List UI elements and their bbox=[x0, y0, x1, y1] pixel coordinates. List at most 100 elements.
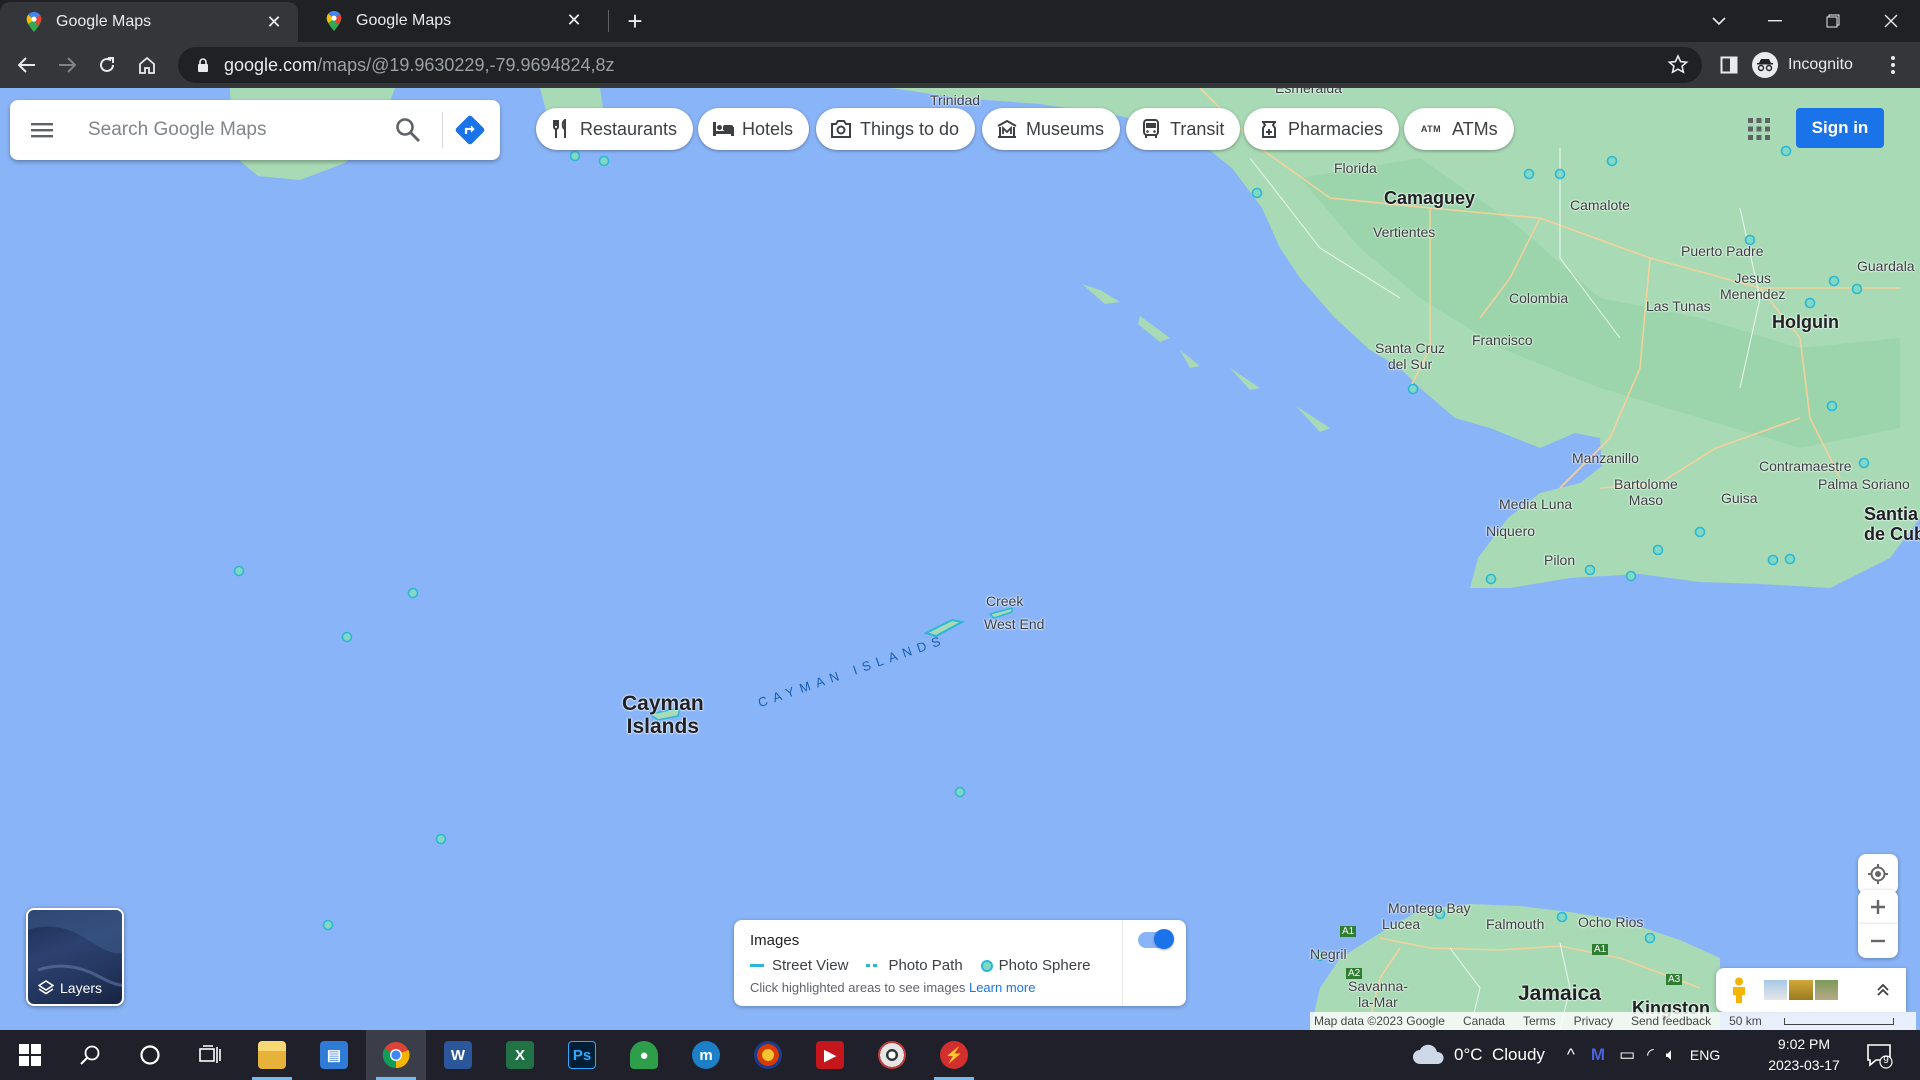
place-label-negril[interactable]: Negril bbox=[1310, 946, 1347, 962]
taskbar-app-orbit[interactable] bbox=[738, 1030, 798, 1080]
cortana-button[interactable] bbox=[120, 1030, 180, 1080]
images-toggle[interactable] bbox=[1138, 929, 1174, 949]
incognito-profile-button[interactable]: Incognito bbox=[1752, 50, 1853, 80]
place-label-niquero[interactable]: Niquero bbox=[1486, 523, 1535, 539]
place-label-florida[interactable]: Florida bbox=[1334, 160, 1377, 176]
place-label-esmeralda[interactable]: Esmeralda bbox=[1275, 88, 1342, 96]
minimize-window-button[interactable] bbox=[1752, 0, 1798, 42]
reload-button[interactable] bbox=[90, 48, 124, 82]
battery-icon[interactable]: ▭ bbox=[1619, 1045, 1635, 1065]
country-label-cayman-islands[interactable]: Cayman Islands bbox=[622, 692, 704, 738]
bookmark-star-icon[interactable] bbox=[1666, 53, 1690, 77]
back-button[interactable] bbox=[10, 48, 44, 82]
chip-hotels[interactable]: Hotels bbox=[698, 108, 810, 150]
place-label-santa-cruz-del-sur[interactable]: Santa Cruz del Sur bbox=[1375, 340, 1445, 372]
place-label-santiago-de-cuba[interactable]: Santia de Cub bbox=[1864, 504, 1920, 544]
clock[interactable]: 9:02 PM 2023-03-17 bbox=[1766, 1034, 1842, 1076]
tab-search-chevron-icon[interactable] bbox=[1696, 0, 1742, 42]
imagery-thumbnails[interactable] bbox=[1764, 980, 1840, 1000]
place-label-palma-soriano[interactable]: Palma Soriano bbox=[1818, 476, 1910, 492]
tray-m-app-icon[interactable]: M bbox=[1591, 1045, 1605, 1065]
taskbar-app-mu[interactable]: m bbox=[676, 1030, 736, 1080]
expand-up-chevron-icon[interactable] bbox=[1876, 983, 1890, 997]
taskbar-search-button[interactable] bbox=[60, 1030, 120, 1080]
close-window-button[interactable] bbox=[1868, 0, 1914, 42]
my-location-button[interactable] bbox=[1858, 854, 1898, 894]
chip-things-to-do[interactable]: Things to do bbox=[816, 108, 976, 150]
place-label-ocho-rios[interactable]: Ocho Rios bbox=[1578, 914, 1643, 930]
browser-menu-button[interactable] bbox=[1876, 48, 1910, 82]
place-label-montego-bay[interactable]: Montego Bay bbox=[1388, 900, 1471, 916]
url-text[interactable]: google.com/maps/@19.9630229,-79.9694824,… bbox=[224, 55, 615, 76]
place-label-holguin[interactable]: Holguin bbox=[1772, 312, 1839, 333]
place-label-falmouth[interactable]: Falmouth bbox=[1486, 916, 1544, 932]
directions-icon[interactable] bbox=[454, 114, 486, 146]
place-label-trinidad[interactable]: Trinidad bbox=[930, 92, 980, 108]
sign-in-button[interactable]: Sign in bbox=[1796, 108, 1884, 148]
new-tab-button[interactable]: + bbox=[620, 6, 650, 36]
taskbar-chrome[interactable] bbox=[366, 1030, 426, 1080]
language-indicator[interactable]: ENG bbox=[1690, 1047, 1720, 1063]
search-icon[interactable] bbox=[394, 116, 422, 144]
forward-button[interactable] bbox=[50, 48, 84, 82]
place-label-camaguey[interactable]: Camaguey bbox=[1384, 188, 1475, 209]
search-input[interactable] bbox=[88, 112, 378, 148]
zoom-out-button[interactable] bbox=[1858, 924, 1898, 958]
tab-google-maps-2[interactable]: Google Maps ✕ bbox=[300, 0, 598, 42]
taskbar-app-disc[interactable] bbox=[862, 1030, 922, 1080]
map-canvas[interactable]: Esmeralda Trinidad Florida Camaguey Cama… bbox=[0, 88, 1920, 1030]
place-label-las-tunas[interactable]: Las Tunas bbox=[1646, 298, 1711, 314]
learn-more-link[interactable]: Learn more bbox=[969, 980, 1035, 995]
place-label-guisa[interactable]: Guisa bbox=[1721, 490, 1758, 506]
volume-icon[interactable]: 🔈︎ bbox=[1666, 1045, 1676, 1065]
terms-link[interactable]: Terms bbox=[1523, 1014, 1556, 1028]
hamburger-menu-icon[interactable] bbox=[28, 116, 56, 144]
place-label-francisco[interactable]: Francisco bbox=[1472, 332, 1533, 348]
country-label-jamaica[interactable]: Jamaica bbox=[1518, 982, 1601, 1005]
send-feedback-link[interactable]: Send feedback bbox=[1631, 1014, 1711, 1028]
address-bar[interactable]: google.com/maps/@19.9630229,-79.9694824,… bbox=[178, 47, 1702, 83]
tab-google-maps-1[interactable]: Google Maps ✕ bbox=[0, 2, 298, 42]
street-view-strip[interactable] bbox=[1716, 968, 1906, 1012]
weather-widget[interactable]: 0°C Cloudy bbox=[1412, 1044, 1545, 1066]
chip-pharmacies[interactable]: Pharmacies bbox=[1244, 108, 1400, 150]
close-tab-icon[interactable]: ✕ bbox=[564, 10, 584, 30]
start-button[interactable] bbox=[0, 1030, 60, 1080]
place-label-media-luna[interactable]: Media Luna bbox=[1499, 496, 1572, 512]
chip-restaurants[interactable]: Restaurants bbox=[536, 108, 694, 150]
chip-museums[interactable]: Museums bbox=[982, 108, 1121, 150]
taskbar-excel[interactable]: X bbox=[490, 1030, 550, 1080]
layers-button[interactable]: Layers bbox=[26, 908, 124, 1006]
chip-atms[interactable]: ATM ATMs bbox=[1404, 108, 1514, 150]
wifi-icon[interactable]: ◜ bbox=[1647, 1045, 1654, 1065]
place-label-west-end[interactable]: West End bbox=[984, 616, 1044, 632]
place-label-savanna-la-mar[interactable]: Savanna- la-Mar bbox=[1348, 978, 1408, 1010]
place-label-colombia[interactable]: Colombia bbox=[1509, 290, 1568, 306]
place-label-jesus-menendez[interactable]: Jesus Menendez bbox=[1720, 270, 1785, 302]
taskbar-file-explorer[interactable] bbox=[242, 1030, 302, 1080]
show-hidden-icons-chevron-icon[interactable]: ^ bbox=[1567, 1045, 1575, 1065]
place-label-manzanillo[interactable]: Manzanillo bbox=[1572, 450, 1639, 466]
place-label-contramaestre[interactable]: Contramaestre bbox=[1759, 458, 1852, 474]
privacy-link[interactable]: Privacy bbox=[1574, 1014, 1613, 1028]
task-view-button[interactable] bbox=[180, 1030, 240, 1080]
place-label-vertientes[interactable]: Vertientes bbox=[1373, 224, 1435, 240]
taskbar-app-red[interactable]: ▶ bbox=[800, 1030, 860, 1080]
pegman-icon[interactable] bbox=[1730, 977, 1748, 1003]
chip-transit[interactable]: Transit bbox=[1126, 108, 1241, 150]
place-label-camalote[interactable]: Camalote bbox=[1570, 197, 1630, 213]
place-label-puerto-padre[interactable]: Puerto Padre bbox=[1681, 243, 1764, 259]
place-label-lucea[interactable]: Lucea bbox=[1382, 916, 1420, 932]
home-button[interactable] bbox=[130, 48, 164, 82]
action-center-button[interactable]: 9 bbox=[1864, 1040, 1894, 1070]
place-label-creek[interactable]: Creek bbox=[986, 593, 1023, 609]
side-panel-button[interactable] bbox=[1712, 48, 1746, 82]
restore-window-button[interactable] bbox=[1810, 0, 1856, 42]
place-label-guardalavaca[interactable]: Guardala bbox=[1857, 258, 1915, 274]
scale-bar[interactable]: 50 km bbox=[1729, 1014, 1912, 1028]
taskbar-app-green[interactable]: ● bbox=[614, 1030, 674, 1080]
close-tab-icon[interactable]: ✕ bbox=[264, 12, 284, 32]
taskbar-app-bolt[interactable]: ⚡ bbox=[924, 1030, 984, 1080]
lock-icon[interactable] bbox=[190, 52, 216, 78]
zoom-in-button[interactable] bbox=[1858, 890, 1898, 924]
